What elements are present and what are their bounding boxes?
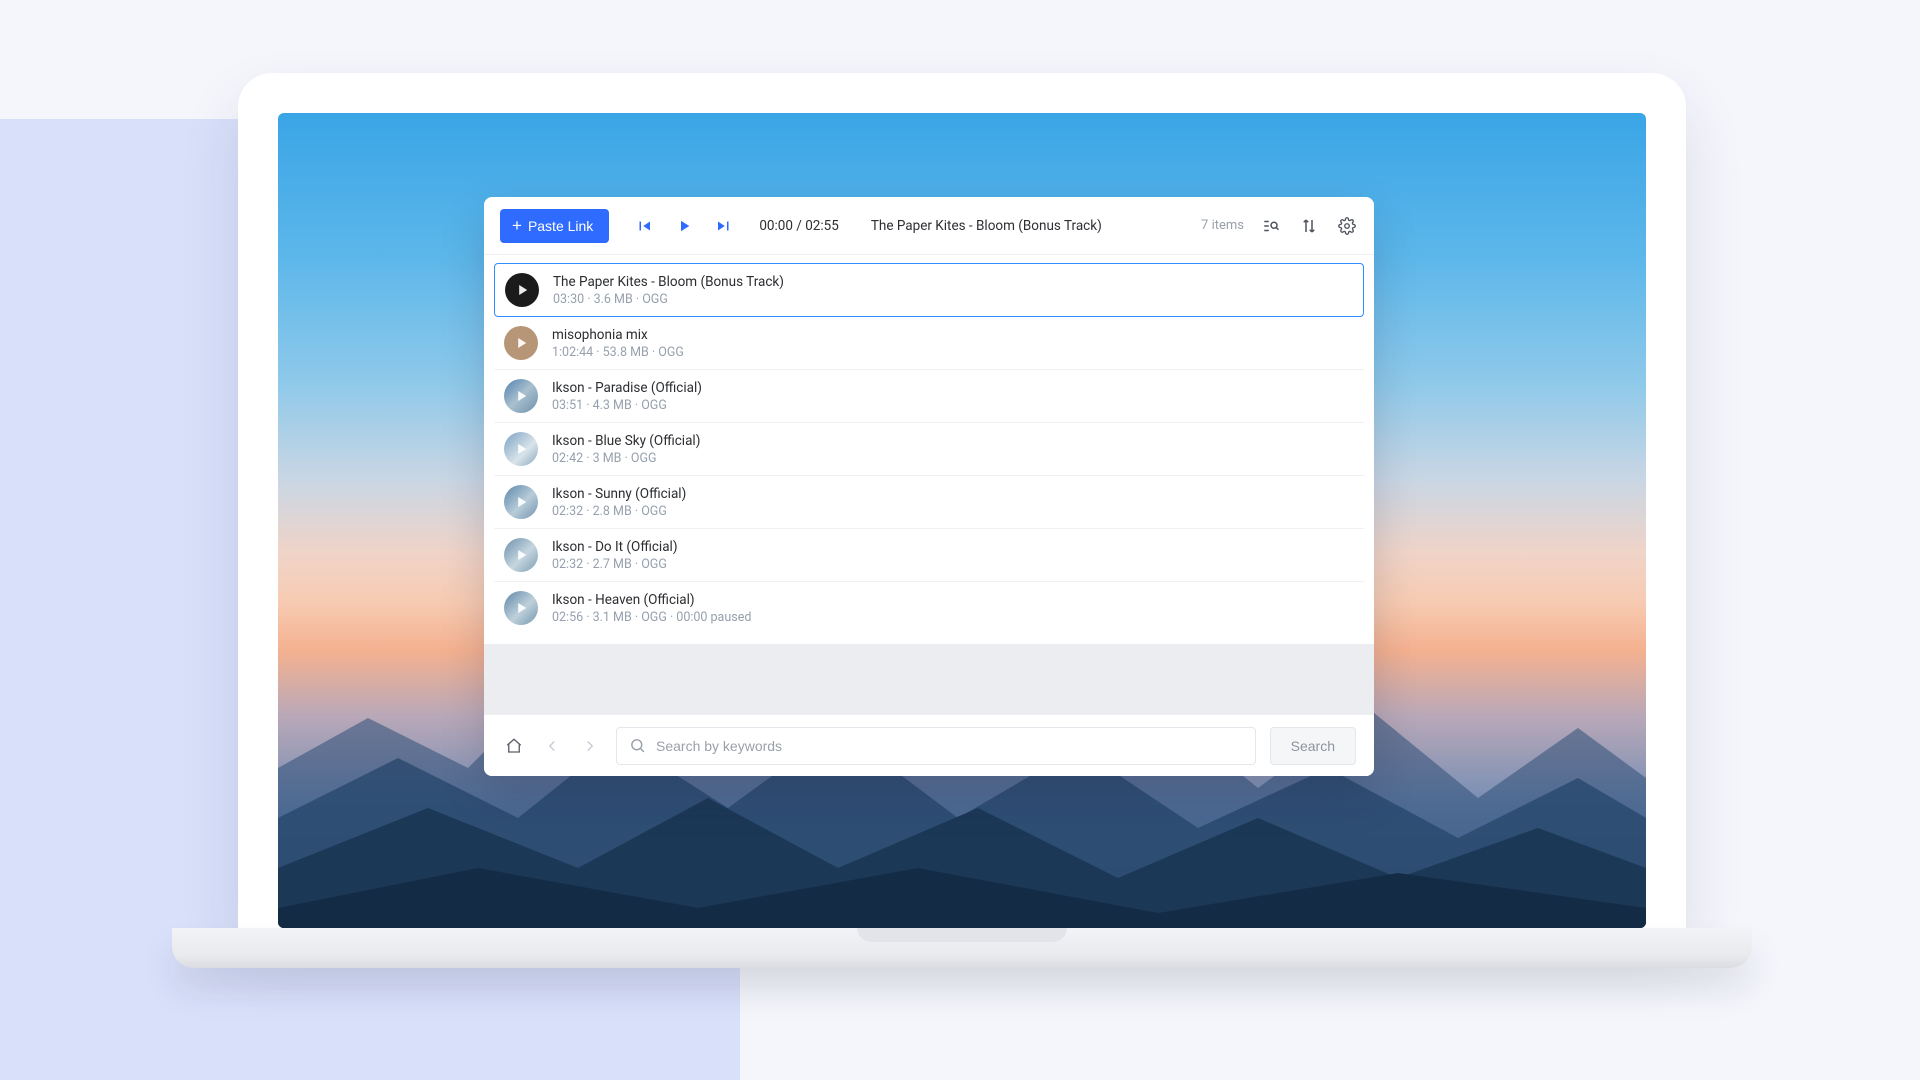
empty-area <box>484 644 1374 714</box>
track-meta: Ikson - Blue Sky (Official) 02:42 · 3 MB … <box>552 433 700 466</box>
forward-button[interactable] <box>578 734 602 758</box>
track-row[interactable]: Ikson - Blue Sky (Official) 02:42 · 3 MB … <box>494 423 1364 476</box>
home-button[interactable] <box>502 734 526 758</box>
track-subtitle: 02:32 · 2.8 MB · OGG <box>552 504 686 519</box>
settings-button[interactable] <box>1336 215 1358 237</box>
track-row[interactable]: Ikson - Paradise (Official) 03:51 · 4.3 M… <box>494 370 1364 423</box>
list-search-icon <box>1262 217 1280 235</box>
laptop-mockup: + Paste Link <box>238 73 1686 968</box>
sort-button[interactable] <box>1298 215 1320 237</box>
track-meta: Ikson - Do It (Official) 02:32 · 2.7 MB ·… <box>552 539 678 572</box>
arrow-left-icon <box>543 737 561 755</box>
footer-bar: Search <box>484 714 1374 776</box>
track-row[interactable]: The Paper Kites - Bloom (Bonus Track) 03:… <box>494 263 1364 317</box>
search-field[interactable] <box>616 727 1256 765</box>
play-icon <box>675 217 693 235</box>
track-play-thumb[interactable] <box>504 379 538 413</box>
track-row[interactable]: Ikson - Heaven (Official) 02:56 · 3.1 MB … <box>494 582 1364 634</box>
track-list: The Paper Kites - Bloom (Bonus Track) 03:… <box>484 255 1374 644</box>
items-count: 7 items <box>1201 218 1244 233</box>
track-row[interactable]: Ikson - Do It (Official) 02:32 · 2.7 MB ·… <box>494 529 1364 582</box>
next-track-button[interactable] <box>711 213 737 239</box>
laptop-base <box>172 928 1752 968</box>
audio-downloader-window: + Paste Link <box>484 197 1374 776</box>
track-meta: misophonia mix 1:02:44 · 53.8 MB · OGG <box>552 327 684 360</box>
track-meta: Ikson - Heaven (Official) 02:56 · 3.1 MB … <box>552 592 751 625</box>
track-play-thumb[interactable] <box>504 591 538 625</box>
track-subtitle: 1:02:44 · 53.8 MB · OGG <box>552 345 684 360</box>
track-title: The Paper Kites - Bloom (Bonus Track) <box>553 274 784 290</box>
track-play-thumb[interactable] <box>504 432 538 466</box>
search-input[interactable] <box>656 738 1243 754</box>
track-subtitle: 03:30 · 3.6 MB · OGG <box>553 292 784 307</box>
track-title: misophonia mix <box>552 327 684 343</box>
track-row[interactable]: Ikson - Sunny (Official) 02:32 · 2.8 MB ·… <box>494 476 1364 529</box>
play-button[interactable] <box>671 213 697 239</box>
track-subtitle: 02:32 · 2.7 MB · OGG <box>552 557 678 572</box>
paste-link-label: Paste Link <box>528 218 593 234</box>
track-play-thumb[interactable] <box>505 273 539 307</box>
track-title: Ikson - Paradise (Official) <box>552 380 702 396</box>
back-button[interactable] <box>540 734 564 758</box>
toolbar: + Paste Link <box>484 197 1374 255</box>
skip-previous-icon <box>635 217 653 235</box>
track-title: Ikson - Sunny (Official) <box>552 486 686 502</box>
track-subtitle: 03:51 · 4.3 MB · OGG <box>552 398 702 413</box>
sort-icon <box>1300 217 1318 235</box>
home-icon <box>505 737 523 755</box>
previous-track-button[interactable] <box>631 213 657 239</box>
track-title: Ikson - Do It (Official) <box>552 539 678 555</box>
gear-icon <box>1338 217 1356 235</box>
playlist-search-button[interactable] <box>1260 215 1282 237</box>
track-meta: Ikson - Paradise (Official) 03:51 · 4.3 M… <box>552 380 702 413</box>
arrow-right-icon <box>581 737 599 755</box>
track-subtitle: 02:56 · 3.1 MB · OGG · 00:00 paused <box>552 610 751 625</box>
now-playing-title: The Paper Kites - Bloom (Bonus Track) <box>871 218 1193 234</box>
track-subtitle: 02:42 · 3 MB · OGG <box>552 451 700 466</box>
plus-icon: + <box>512 217 522 234</box>
desktop-screen: + Paste Link <box>278 113 1646 928</box>
search-icon <box>629 737 646 754</box>
track-play-thumb[interactable] <box>504 326 538 360</box>
skip-next-icon <box>715 217 733 235</box>
track-play-thumb[interactable] <box>504 538 538 572</box>
playback-time: 00:00 / 02:55 <box>759 218 839 234</box>
track-play-thumb[interactable] <box>504 485 538 519</box>
track-title: Ikson - Blue Sky (Official) <box>552 433 700 449</box>
paste-link-button[interactable]: + Paste Link <box>500 209 609 243</box>
track-meta: The Paper Kites - Bloom (Bonus Track) 03:… <box>553 274 784 307</box>
track-meta: Ikson - Sunny (Official) 02:32 · 2.8 MB ·… <box>552 486 686 519</box>
search-button[interactable]: Search <box>1270 727 1356 765</box>
track-row[interactable]: misophonia mix 1:02:44 · 53.8 MB · OGG <box>494 317 1364 370</box>
track-title: Ikson - Heaven (Official) <box>552 592 751 608</box>
